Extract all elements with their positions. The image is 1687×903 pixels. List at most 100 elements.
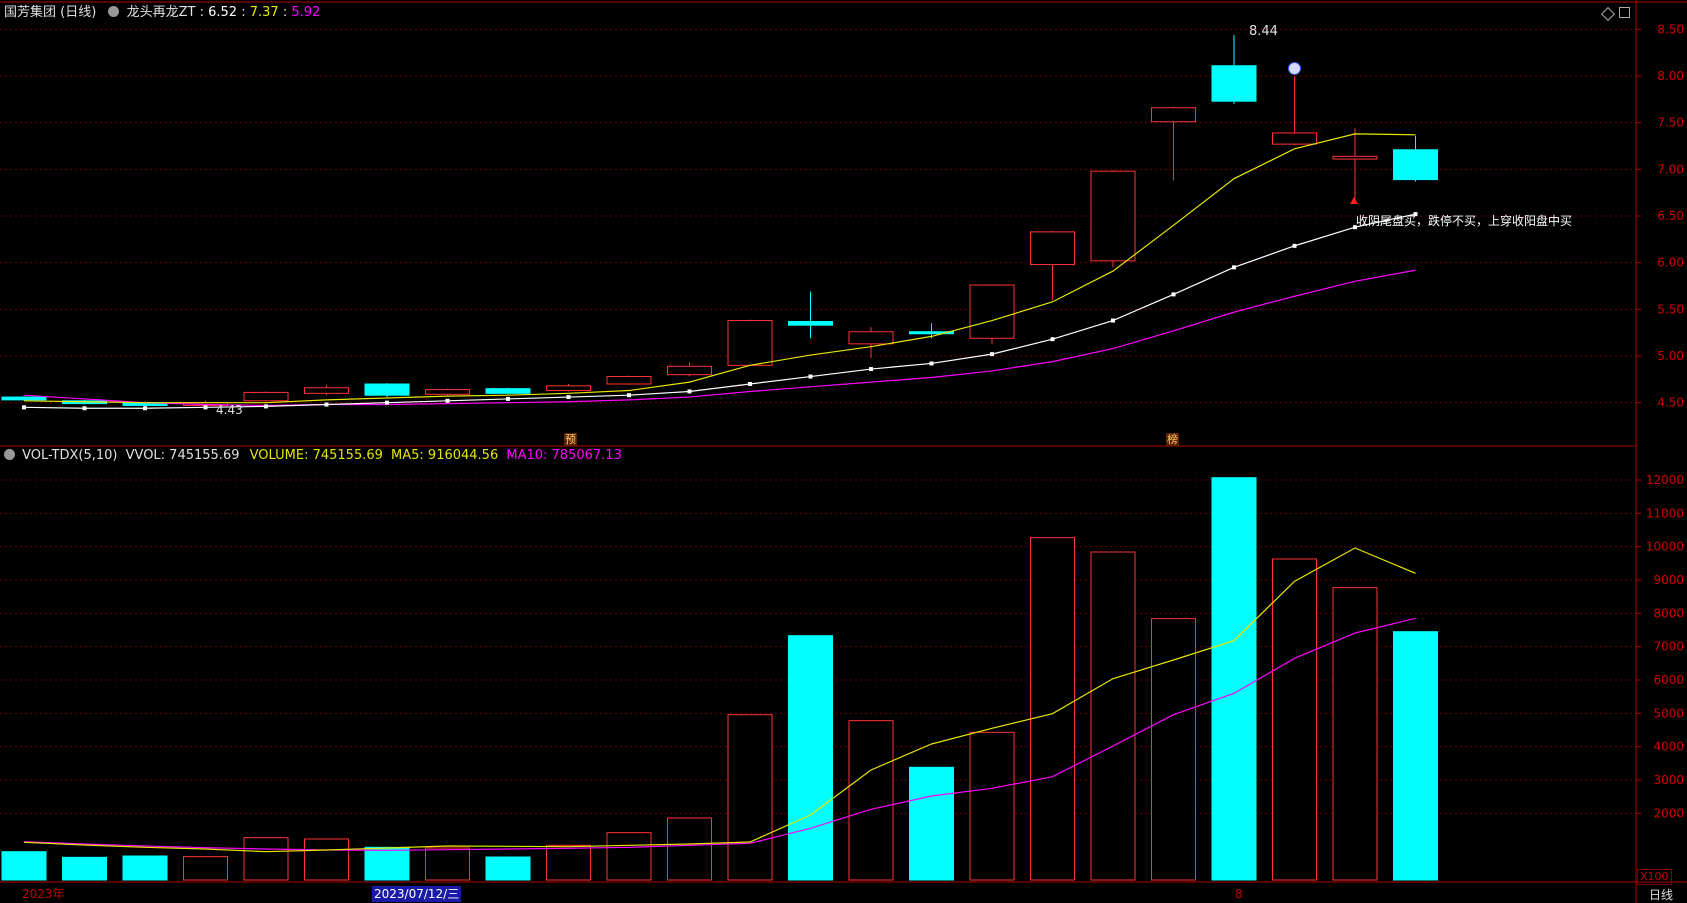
ma-yellow-line: [23, 133, 1416, 404]
volume-bar[interactable]: [485, 856, 531, 881]
ma-white-point: [566, 395, 571, 400]
candle-body[interactable]: [667, 365, 712, 376]
volume-tick-label: 3000: [1653, 773, 1684, 787]
volume-value: VOLUME: 745155.69: [249, 448, 383, 463]
volume-chart[interactable]: [1, 477, 1438, 881]
face-icon[interactable]: [1288, 62, 1301, 75]
ma-magenta-line: [23, 269, 1416, 407]
candle-body[interactable]: [1211, 65, 1257, 102]
volume-tick-label: 11000: [1646, 506, 1684, 520]
volume-bar[interactable]: [546, 844, 591, 881]
price-tick-label: 8.00: [1657, 69, 1684, 83]
volume-tick-label: 8000: [1653, 606, 1684, 620]
ma-white-point: [203, 405, 208, 410]
price-tick-label: 7.50: [1657, 116, 1684, 130]
volume-bar[interactable]: [1393, 631, 1438, 881]
vvol-value: VVOL: 745155.69: [125, 448, 240, 463]
ma-white-point: [990, 352, 994, 357]
candle-body[interactable]: [1151, 107, 1196, 123]
high-price-label: 8.44: [1249, 24, 1278, 39]
volume-bar[interactable]: [62, 856, 107, 881]
volume-bar[interactable]: [364, 846, 410, 881]
ma-white-point: [324, 402, 329, 407]
volume-bar[interactable]: [788, 635, 833, 881]
volume-bar[interactable]: [1090, 551, 1136, 881]
period-selector[interactable]: 日线: [1649, 887, 1673, 903]
candle-body[interactable]: [788, 320, 833, 326]
ma5-value: MA5: 916044.56: [391, 448, 499, 463]
volume-header: VOL-TDX(5,10) VVOL: 745155.69 VOLUME: 74…: [4, 448, 622, 464]
volume-bar[interactable]: [848, 720, 894, 881]
ma-white-point: [385, 400, 389, 405]
forecast-marker[interactable]: 预: [564, 433, 577, 446]
ma-white-point: [1111, 318, 1115, 323]
volume-tick-label: 9000: [1653, 573, 1684, 587]
price-tick-label: 5.50: [1657, 302, 1684, 316]
volume-bar[interactable]: [243, 837, 289, 881]
price-tick-label: 4.50: [1657, 396, 1684, 410]
ma-white-point: [264, 404, 268, 409]
panel-toggle-icon[interactable]: [1619, 7, 1630, 18]
volume-bar[interactable]: [667, 817, 712, 881]
gear-icon[interactable]: [108, 6, 120, 17]
volume-bar[interactable]: [183, 856, 228, 881]
volume-bar[interactable]: [969, 731, 1015, 881]
ma-white-point: [1050, 337, 1055, 342]
candle-body[interactable]: [546, 385, 591, 392]
volume-bar[interactable]: [122, 855, 168, 881]
volume-bar[interactable]: [909, 766, 954, 881]
month-label: 8: [1235, 887, 1243, 901]
ma-white-point: [506, 396, 510, 401]
volume-tick-label: 4000: [1653, 740, 1684, 754]
volume-bar[interactable]: [606, 832, 652, 881]
volume-tick-label: 10000: [1646, 540, 1684, 554]
candle-body[interactable]: [606, 376, 652, 385]
volume-bar[interactable]: [1332, 587, 1378, 881]
candle-body[interactable]: [1, 396, 47, 401]
low-price-label: 4.43: [216, 403, 243, 417]
ma-white-point: [869, 367, 873, 372]
candle-body[interactable]: [1030, 231, 1075, 266]
candle-body[interactable]: [304, 387, 349, 394]
volume-tick-label: 7000: [1653, 640, 1684, 654]
candle-body[interactable]: [969, 284, 1015, 339]
candle-body[interactable]: [364, 383, 410, 396]
volume-bar[interactable]: [1, 851, 47, 881]
candle-body[interactable]: [727, 320, 773, 366]
candle-body[interactable]: [425, 389, 470, 395]
candle-body[interactable]: [1090, 170, 1136, 262]
price-tick-label: 6.00: [1657, 256, 1684, 270]
price-tick-label: 6.50: [1657, 209, 1684, 223]
volume-bar[interactable]: [1211, 477, 1257, 881]
price-tick-label: 7.00: [1657, 162, 1684, 176]
ma-white-point: [1292, 243, 1297, 248]
indicator-separator: :: [282, 5, 288, 20]
candle-body[interactable]: [485, 388, 531, 394]
volume-bar[interactable]: [1272, 558, 1317, 881]
price-tick-label: 5.00: [1657, 349, 1684, 363]
ma-white-point: [687, 389, 692, 394]
candle-body[interactable]: [243, 391, 289, 402]
candle-body[interactable]: [1272, 132, 1317, 145]
ranking-marker[interactable]: 榜: [1166, 433, 1179, 446]
volume-indicator-name[interactable]: VOL-TDX(5,10): [22, 448, 117, 463]
indicator-name[interactable]: 龙头再龙ZT: [127, 5, 196, 20]
chevron-down-icon[interactable]: [4, 449, 15, 460]
candle-body[interactable]: [848, 331, 894, 345]
volume-tick-label: 6000: [1653, 673, 1684, 687]
volume-bar[interactable]: [1030, 537, 1075, 881]
price-chart[interactable]: [1, 34, 1438, 411]
ma-white-point: [748, 382, 752, 386]
price-tick-label: 8.50: [1657, 22, 1684, 36]
ma-white-point: [143, 406, 147, 411]
ma-white-point: [929, 361, 934, 366]
candle-body[interactable]: [1332, 155, 1378, 160]
indicator-separator: :: [199, 5, 204, 20]
volume-bar[interactable]: [304, 838, 349, 881]
candle-body[interactable]: [1393, 149, 1438, 181]
volume-bar[interactable]: [1151, 618, 1196, 881]
stock-title[interactable]: 国芳集团 (日线): [4, 5, 96, 20]
ma-white-point: [627, 393, 631, 398]
volume-bar[interactable]: [425, 847, 470, 881]
volume-bar[interactable]: [727, 714, 773, 881]
